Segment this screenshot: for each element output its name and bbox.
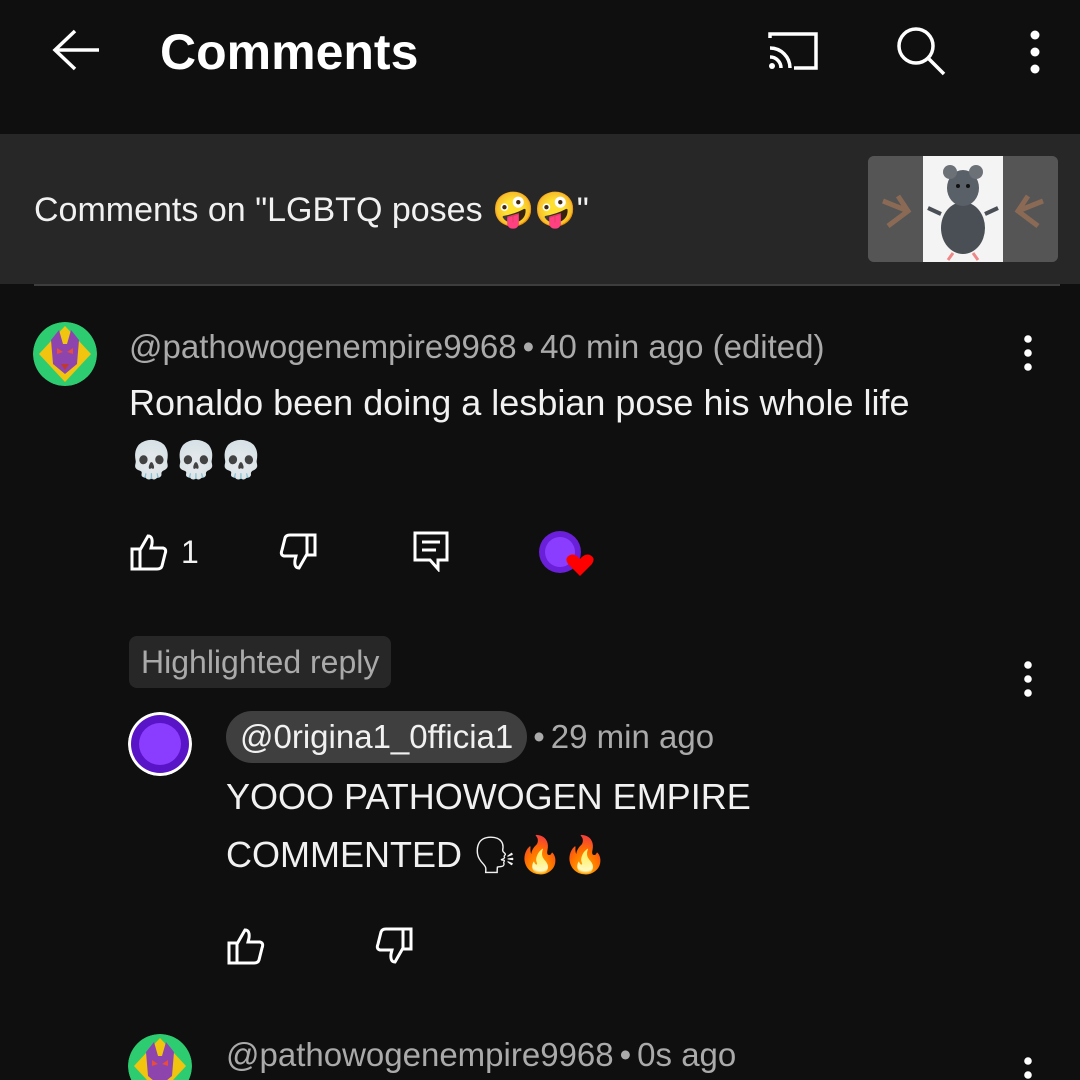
comment-text: Ronaldo been doing a lesbian pose his wh… [129, 374, 1029, 490]
rat-thumbnail-image [868, 156, 1058, 262]
wolf-avatar-image [128, 1034, 192, 1080]
avatar[interactable] [128, 1034, 192, 1080]
more-options-button[interactable] [1012, 22, 1058, 82]
next-comment-meta: @pathowogenempire9968 • 0s ago [226, 1035, 736, 1075]
meta-separator: • [522, 328, 535, 365]
reply-text-line: YOOO PATHOWOGEN EMPIRE [226, 776, 751, 817]
comment-text-line: Ronaldo been doing a lesbian pose his wh… [129, 382, 910, 423]
video-context-strip[interactable]: Comments on "LGBTQ poses 🤪🤪" [0, 134, 1080, 284]
section-divider [34, 284, 1060, 286]
cast-button[interactable] [758, 20, 828, 82]
video-thumbnail[interactable] [868, 156, 1058, 262]
wolf-avatar-image [33, 322, 97, 386]
cast-icon [768, 32, 818, 70]
video-title-suffix: " [576, 191, 589, 229]
page-title: Comments [160, 24, 419, 80]
thumbs-up-icon [227, 928, 265, 965]
comments-screen: Comments Comments on "LGBTQ poses 🤪🤪" @p… [0, 0, 1080, 1080]
reply-text-word: COMMENTED [226, 834, 462, 875]
reply-comment-icon [413, 531, 449, 572]
avatar[interactable] [33, 322, 97, 386]
thumbs-down-icon [279, 533, 317, 570]
thumbs-down-icon [375, 927, 413, 964]
video-title-prefix: Comments on "LGBTQ poses [34, 191, 493, 229]
reply-text-emojis: 🗣🔥🔥 [472, 835, 608, 876]
more-vertical-icon [1024, 1057, 1032, 1079]
comment-more-button[interactable] [1013, 328, 1043, 378]
purple-circle-avatar-image [128, 712, 192, 776]
reply-time: 29 min ago [550, 718, 715, 755]
creator-heart-badge [538, 530, 594, 580]
thumbs-up-icon [130, 534, 168, 571]
top-app-bar: Comments [0, 0, 1080, 134]
reply-meta: @0rigina1_0fficia1 • 29 min ago [226, 711, 714, 763]
comment-more-button[interactable] [1013, 1050, 1043, 1080]
creator-avatar-heart-icon [539, 531, 594, 576]
more-vertical-icon [1030, 30, 1040, 74]
reply-author-chip[interactable]: @0rigina1_0fficia1 [226, 711, 528, 763]
comment-text-emojis: 💀💀💀 [129, 440, 264, 481]
search-icon [897, 27, 946, 76]
video-title-emojis: 🤪🤪 [492, 190, 577, 230]
reply-more-button[interactable] [1013, 654, 1043, 704]
video-context-title: Comments on "LGBTQ poses 🤪🤪" [34, 190, 589, 230]
dislike-button[interactable] [278, 532, 318, 572]
comment-meta: @pathowogenempire9968 • 40 min ago (edited… [129, 327, 825, 367]
meta-separator: • [533, 718, 545, 755]
reply-avatar[interactable] [128, 712, 192, 776]
reply-like-button[interactable] [226, 926, 266, 966]
reply-text: YOOO PATHOWOGEN EMPIRE COMMENTED 🗣🔥🔥 [226, 768, 1026, 885]
meta-separator: • [619, 1036, 632, 1073]
comment-time: 40 min ago (edited) [540, 328, 825, 365]
reply-button[interactable] [412, 530, 450, 572]
comment-time: 0s ago [637, 1036, 737, 1073]
back-button[interactable] [42, 18, 112, 82]
search-button[interactable] [888, 18, 954, 84]
comment-author[interactable]: @pathowogenempire9968 [129, 328, 517, 365]
arrow-left-icon [52, 29, 99, 71]
reply-dislike-button[interactable] [374, 926, 414, 966]
like-count: 1 [181, 534, 199, 570]
like-button[interactable]: 1 [129, 532, 199, 572]
comment-author[interactable]: @pathowogenempire9968 [226, 1036, 614, 1073]
reply-text-line-2: COMMENTED 🗣🔥🔥 [226, 826, 1026, 885]
more-vertical-icon [1024, 335, 1032, 371]
more-vertical-icon [1024, 661, 1032, 697]
highlighted-reply-badge: Highlighted reply [129, 636, 392, 688]
